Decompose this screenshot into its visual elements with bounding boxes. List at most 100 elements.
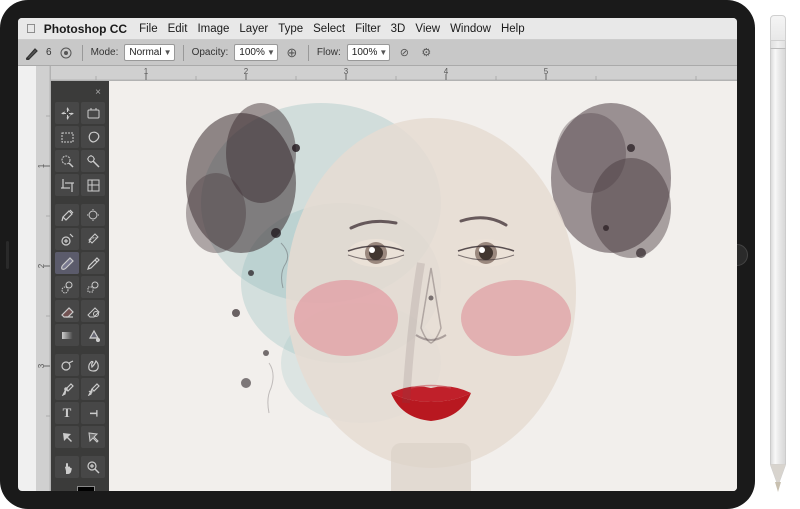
color-sampler-button[interactable] [81,204,105,226]
hand-tool-button[interactable] [55,456,79,478]
quick-select-tool-button[interactable] [55,150,79,172]
menu-window[interactable]: Window [450,23,491,35]
svg-text:1: 1 [37,163,46,168]
rect-select-tool-button[interactable] [55,126,79,148]
menu-view[interactable]: View [415,23,440,35]
toolbar-separator-3 [308,45,309,61]
pencil-body [770,49,786,464]
tool-row-1 [53,102,107,124]
svg-text:1: 1 [144,67,149,76]
menu-3d[interactable]: 3D [391,23,406,35]
pencil-tool-button[interactable] [81,252,105,274]
lasso-tool-button[interactable] [81,126,105,148]
toolbar-separator-1 [82,45,83,61]
tools-panel: × [51,81,109,491]
artwork [51,81,737,491]
menu-edit[interactable]: Edit [168,23,188,35]
eraser-tool-button[interactable] [55,300,79,322]
smoothing-icon[interactable]: ⊘ [396,45,412,61]
patch-tool-button[interactable] [81,228,105,250]
svg-text:2: 2 [37,263,46,268]
pencil-tip-svg [770,464,786,494]
direct-select-button[interactable] [81,426,105,448]
tool-row-15 [53,456,107,478]
bg-eraser-button[interactable] [81,300,105,322]
toolbar: 6 Mode: Normal ▼ Opacity: 100% ▼ ⊕ [18,40,737,66]
brush-size-value[interactable]: 6 [46,47,52,58]
pencil-cap [770,15,786,41]
opacity-label: Opacity: [192,47,229,58]
menu-file[interactable]: File [139,23,158,35]
tool-row-11 [53,354,107,376]
svg-text:3: 3 [344,67,349,76]
tools-close-button[interactable]: × [93,87,103,97]
color-swatches-area [53,486,107,491]
svg-text:2: 2 [244,67,249,76]
tool-row-5 [53,204,107,226]
ipad-frame:  Photoshop CC File Edit Image Layer Typ… [0,0,755,509]
svg-text:5: 5 [544,67,549,76]
ipad-screen:  Photoshop CC File Edit Image Layer Typ… [18,18,737,491]
menu-type[interactable]: Type [278,23,303,35]
brush-settings-icon[interactable] [58,45,74,61]
pencil-collar [770,41,786,49]
color-swatches [65,486,95,491]
menu-layer[interactable]: Layer [239,23,268,35]
tool-row-2 [53,126,107,148]
ruler-vertical: 1 2 3 [36,66,51,491]
apple-pencil [768,15,788,494]
ruler-horizontal: 1 2 3 4 5 [46,66,737,81]
mode-label: Mode: [91,47,119,58]
settings-icon[interactable]: ⚙ [418,45,434,61]
slice-tool-button[interactable] [81,174,105,196]
tool-row-8 [53,276,107,298]
move-tool-button[interactable] [55,102,79,124]
flow-dropdown[interactable]: 100% ▼ [347,44,391,61]
spot-heal-tool-button[interactable] [55,228,79,250]
opacity-dropdown[interactable]: 100% ▼ [234,44,278,61]
freeform-pen-button[interactable] [81,378,105,400]
tool-row-6 [53,228,107,250]
artwork-svg [51,81,737,491]
eyedropper-tool-button[interactable] [55,204,79,226]
burn-tool-button[interactable] [81,354,105,376]
tool-row-9 [53,300,107,322]
text-tool-button[interactable]: T [55,402,79,424]
apple-logo-icon:  [26,21,36,36]
tool-row-10 [53,324,107,346]
clone-stamp-button[interactable] [55,276,79,298]
pen-tool-button[interactable] [55,378,79,400]
zoom-tool-button[interactable] [81,456,105,478]
menu-select[interactable]: Select [313,23,345,35]
foreground-color-swatch[interactable] [77,486,95,491]
menu-bar:  Photoshop CC File Edit Image Layer Typ… [18,18,737,40]
svg-text:4: 4 [444,67,449,76]
crop-tool-button[interactable] [55,174,79,196]
magic-wand-tool-button[interactable] [81,150,105,172]
airbrush-icon[interactable]: ⊕ [284,45,300,61]
paint-bucket-button[interactable] [81,324,105,346]
canvas-area[interactable] [51,81,737,491]
brush-tool-button[interactable] [55,252,79,274]
toolbar-separator-2 [183,45,184,61]
pattern-stamp-button[interactable] [81,276,105,298]
tool-row-7 [53,252,107,274]
tool-row-4 [53,174,107,196]
menu-image[interactable]: Image [197,23,229,35]
flow-label: Flow: [317,47,341,58]
brush-tool-icon[interactable] [24,45,40,61]
mode-dropdown[interactable]: Normal ▼ [124,44,174,61]
tool-row-14 [53,426,107,448]
path-select-button[interactable] [55,426,79,448]
dodge-tool-button[interactable] [55,354,79,376]
artboard-tool-button[interactable] [81,102,105,124]
vertical-text-button[interactable]: T [81,402,105,424]
menu-filter[interactable]: Filter [355,23,381,35]
gradient-tool-button[interactable] [55,324,79,346]
side-button [6,241,9,269]
tools-close-area: × [53,85,107,99]
tool-row-3 [53,150,107,172]
app-name[interactable]: Photoshop CC [44,22,127,36]
menu-help[interactable]: Help [501,23,525,35]
tool-row-13: T T [53,402,107,424]
